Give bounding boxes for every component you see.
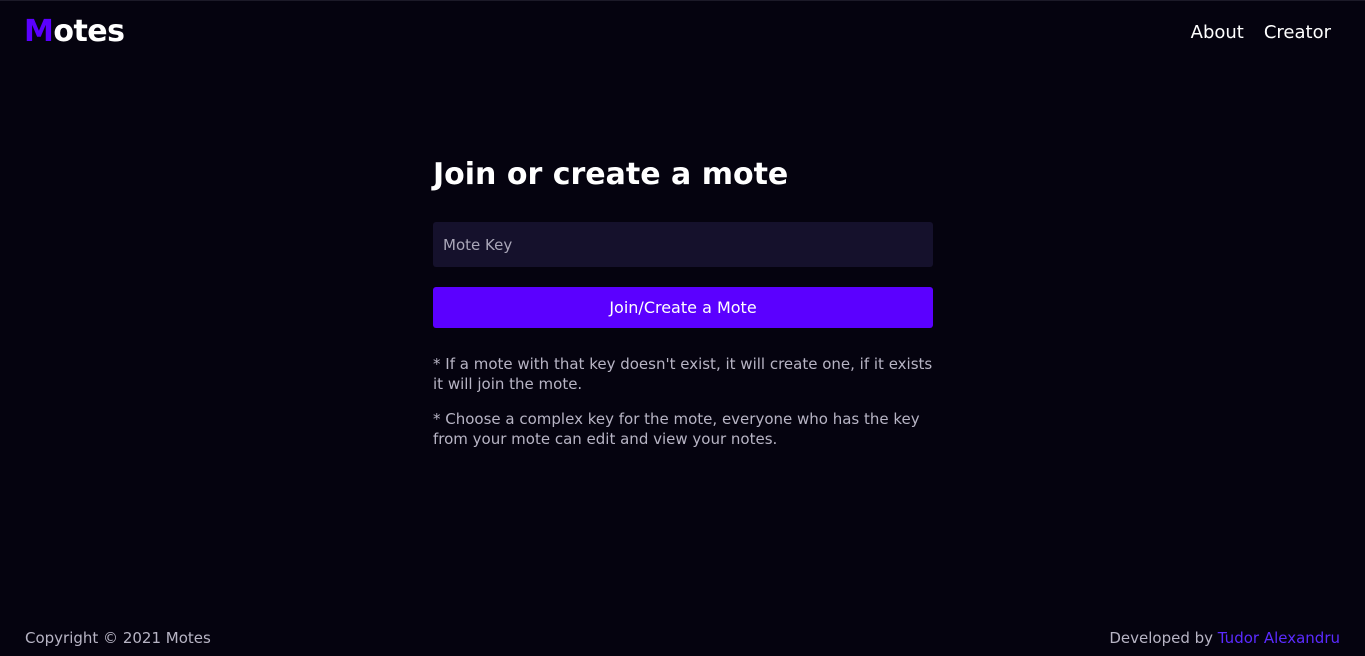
logo-text: otes xyxy=(53,14,125,49)
info-note-create: * If a mote with that key doesn't exist,… xyxy=(433,355,933,393)
developer-credit: Developed by Tudor Alexandru xyxy=(1109,628,1340,648)
developed-by-label: Developed by xyxy=(1109,629,1218,647)
logo[interactable]: Motes xyxy=(24,13,125,51)
page: Motes About Creator Join or create a mot… xyxy=(0,0,1365,656)
join-form: Join or create a mote Join/Create a Mote… xyxy=(433,151,933,449)
logo-first-letter: M xyxy=(24,14,54,49)
copyright-text: Copyright © 2021 Motes xyxy=(25,629,211,647)
info-note-security: * Choose a complex key for the mote, eve… xyxy=(433,410,920,448)
join-create-button[interactable]: Join/Create a Mote xyxy=(433,287,933,328)
mote-key-input[interactable] xyxy=(433,222,933,267)
top-nav: About Creator xyxy=(1191,21,1331,45)
nav-link-about[interactable]: About xyxy=(1191,21,1244,45)
page-title: Join or create a mote xyxy=(433,157,789,192)
nav-link-creator[interactable]: Creator xyxy=(1264,21,1331,45)
developer-link[interactable]: Tudor Alexandru xyxy=(1218,629,1340,647)
